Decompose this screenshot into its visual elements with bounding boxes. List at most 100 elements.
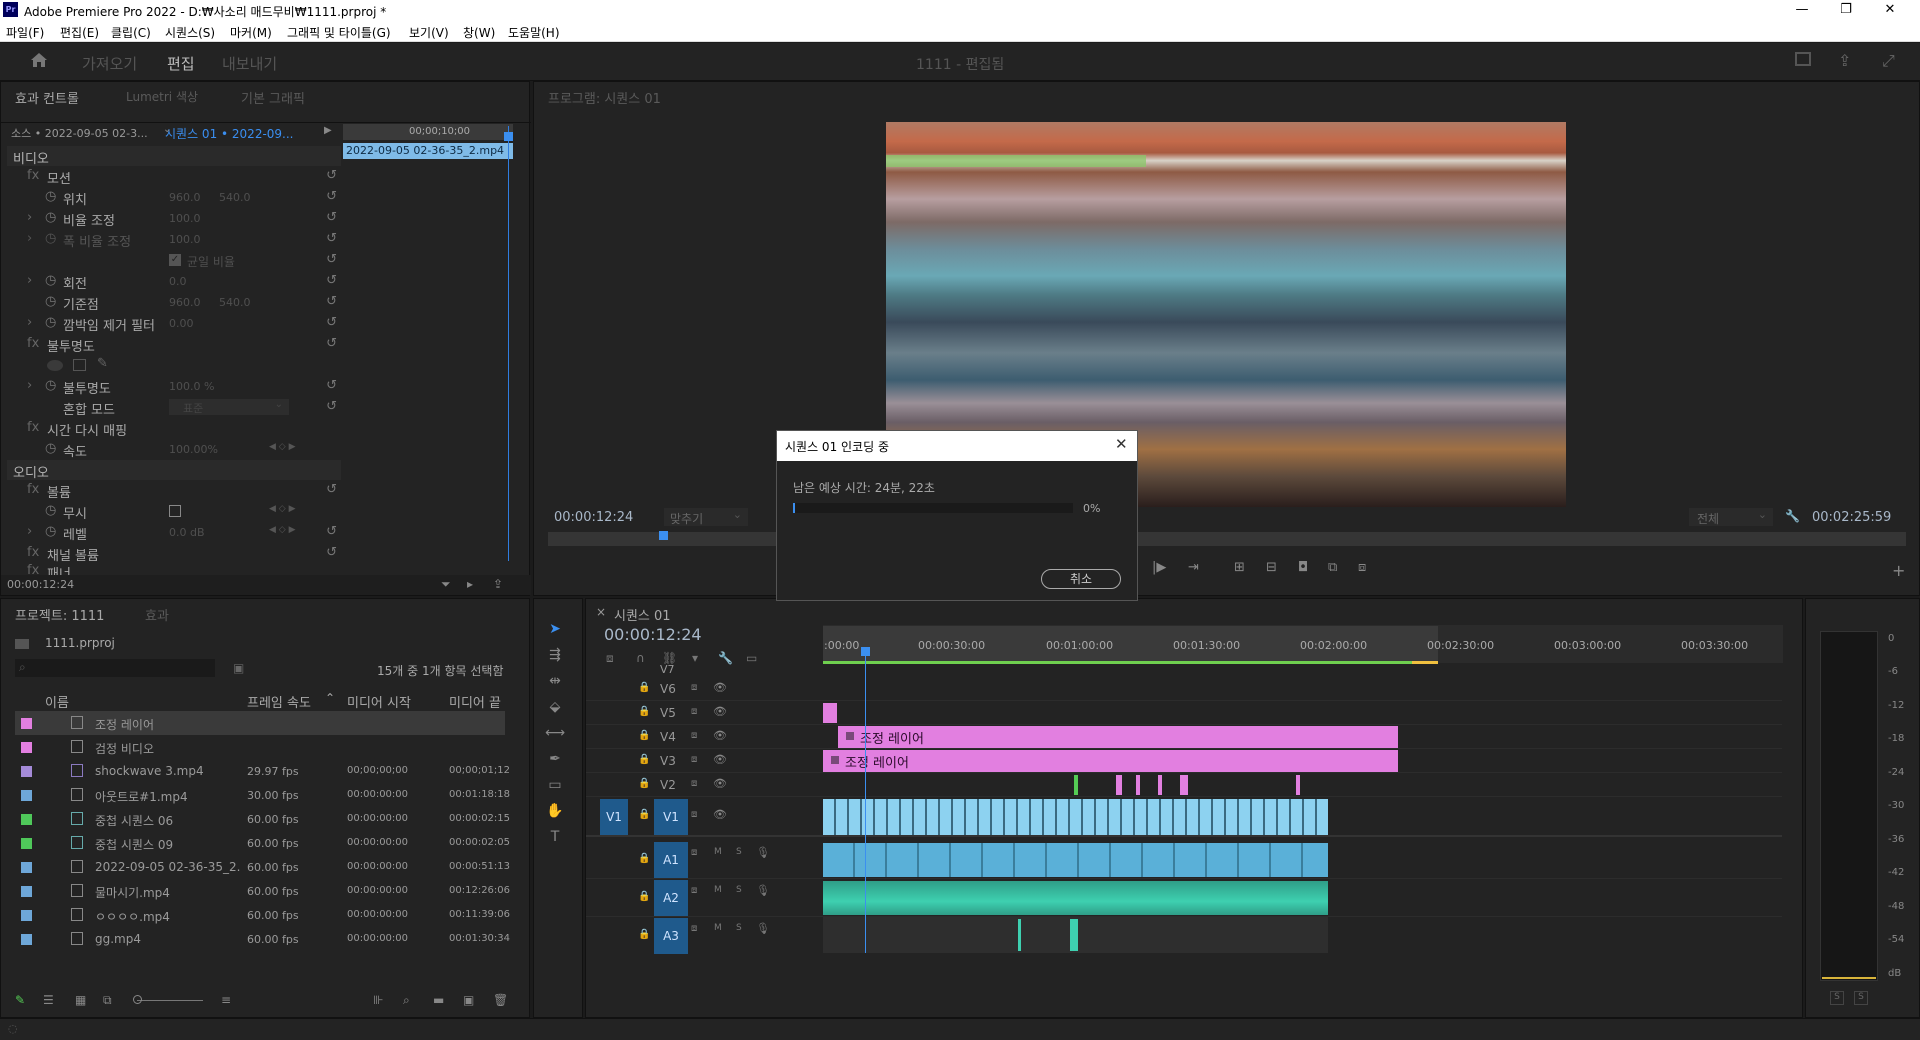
- timeline-playhead-line[interactable]: [865, 649, 866, 953]
- reset-icon[interactable]: ↺: [326, 189, 337, 204]
- rectangle-mask-icon[interactable]: [73, 359, 86, 371]
- sync-lock-icon[interactable]: ⧈: [691, 754, 697, 765]
- track-a2[interactable]: 🔒 A2 ⧈ M S 🎙: [586, 879, 1782, 917]
- rotation-value[interactable]: 0.0: [169, 275, 187, 288]
- label-color-swatch[interactable]: [21, 814, 32, 825]
- mute-button[interactable]: M: [714, 847, 722, 857]
- reset-icon[interactable]: ↺: [326, 315, 337, 330]
- extract-icon[interactable]: ⊟: [1266, 560, 1277, 575]
- channel-volume-effect[interactable]: fx 채널 볼륨 ↺: [7, 543, 337, 564]
- col-start[interactable]: 미디어 시작: [347, 692, 411, 711]
- project-item[interactable]: 아웃트로#1.mp4 30.00 fps 00:00:00:00 00:01:1…: [15, 783, 510, 807]
- keyframe-nav-icon[interactable]: ◀ ◇ ▶: [269, 442, 296, 452]
- reset-icon[interactable]: ↺: [326, 294, 337, 309]
- maximize-button[interactable]: ❐: [1824, 0, 1868, 20]
- panner-effect[interactable]: fx 패너: [7, 561, 337, 575]
- label-color-swatch[interactable]: [21, 886, 32, 897]
- camera-icon[interactable]: ◘: [1298, 560, 1308, 575]
- sync-lock-icon[interactable]: ⧈: [691, 885, 697, 896]
- play-only-audio-icon[interactable]: ▸: [467, 577, 473, 591]
- track-v2[interactable]: 🔒 V2 ⧈ 👁: [586, 773, 1782, 797]
- opacity-value[interactable]: 100.0 %: [169, 380, 214, 393]
- audio-clip[interactable]: [1018, 919, 1021, 951]
- eye-icon[interactable]: 👁: [713, 729, 727, 742]
- add-marker-icon[interactable]: ▾: [692, 651, 698, 665]
- lock-icon[interactable]: 🔒: [638, 778, 650, 789]
- time-remap-effect[interactable]: fx 시간 다시 매핑: [7, 418, 337, 439]
- automate-icon[interactable]: ⊪: [373, 993, 383, 1007]
- bypass-row[interactable]: ◷ 무시 ◀ ◇ ▶: [7, 501, 337, 522]
- sync-lock-icon[interactable]: ⧈: [691, 706, 697, 717]
- col-name[interactable]: 이름: [45, 692, 69, 711]
- menu-window[interactable]: 창(W): [463, 24, 495, 41]
- microphone-icon[interactable]: 🎙: [756, 922, 770, 935]
- label-color-swatch[interactable]: [21, 862, 32, 873]
- program-scrub-bar[interactable]: [548, 532, 1906, 546]
- track-v5[interactable]: 🔒 V5 ⧈ 👁: [586, 701, 1782, 725]
- tab-effect-controls[interactable]: 효과 컨트롤: [15, 88, 79, 107]
- filter-icon[interactable]: ⏷: [441, 577, 451, 592]
- solo-button[interactable]: S: [736, 847, 742, 857]
- program-monitor-title[interactable]: 프로그램: 시퀀스 01: [548, 88, 661, 107]
- motion-effect[interactable]: fx 모션 ↺: [7, 166, 337, 187]
- lock-icon[interactable]: 🔒: [638, 809, 650, 820]
- volume-effect[interactable]: fx 볼륨 ↺: [7, 480, 337, 501]
- icon-view-icon[interactable]: ▦: [75, 993, 86, 1007]
- zoom-slider-handle[interactable]: [133, 995, 142, 1004]
- nest-icon[interactable]: ⧈: [606, 651, 614, 666]
- go-to-out-icon[interactable]: ⇥: [1188, 560, 1199, 575]
- adjustment-clip[interactable]: [1296, 775, 1300, 795]
- bypass-checkbox[interactable]: [169, 505, 181, 517]
- lock-icon[interactable]: 🔒: [638, 682, 650, 693]
- stopwatch-icon[interactable]: ◷: [45, 378, 56, 393]
- razor-icon[interactable]: ⬙: [544, 699, 566, 721]
- menu-edit[interactable]: 편집(E): [60, 24, 99, 41]
- flicker-row[interactable]: › ◷ 깜박임 제거 필터 0.00 ↺: [7, 313, 337, 334]
- track-a3[interactable]: 🔒 A3 ⧈ M S 🎙: [586, 917, 1782, 955]
- fullscreen-icon[interactable]: ⤢: [1882, 51, 1895, 71]
- scale-row[interactable]: › ◷ 비율 조정 100.0 ↺: [7, 208, 337, 229]
- keyframe-nav-icon[interactable]: ◀ ◇ ▶: [269, 525, 296, 535]
- source-patch-v1[interactable]: V1: [600, 799, 628, 835]
- position-x[interactable]: 960.0: [169, 191, 201, 204]
- tab-edit[interactable]: 편집: [167, 53, 195, 83]
- track-a1[interactable]: 🔒 A1 ⧈ M S 🎙: [586, 841, 1782, 879]
- tab-lumetri[interactable]: Lumetri 색상: [126, 88, 198, 105]
- lock-icon[interactable]: 🔒: [638, 706, 650, 717]
- sort-chevron-icon[interactable]: ⌃: [325, 691, 335, 705]
- flicker-value[interactable]: 0.00: [169, 317, 194, 330]
- reset-icon[interactable]: ↺: [326, 524, 337, 539]
- type-tool-icon[interactable]: T: [544, 829, 566, 851]
- label-color-swatch[interactable]: [21, 742, 32, 753]
- lift-icon[interactable]: ⊞: [1234, 560, 1245, 575]
- playhead-line[interactable]: [508, 126, 509, 561]
- home-icon[interactable]: [30, 52, 48, 68]
- uniform-scale-row[interactable]: ✓ 균일 비율 ↺: [7, 250, 337, 270]
- track-v4[interactable]: 🔒 V4 ⧈ 👁 조정 레이어: [586, 725, 1782, 749]
- reset-icon[interactable]: ↺: [326, 545, 337, 560]
- ec-timecode[interactable]: 00:00:12:24: [7, 578, 74, 591]
- hand-tool-icon[interactable]: ✋: [544, 803, 566, 825]
- label-color-swatch[interactable]: [21, 790, 32, 801]
- microphone-icon[interactable]: 🎙: [756, 846, 770, 859]
- solo-button[interactable]: S: [736, 923, 742, 933]
- share-icon[interactable]: ⇪: [1838, 51, 1851, 70]
- speed-row[interactable]: ◷ 속도 100.00% ◀ ◇ ▶: [7, 439, 337, 460]
- scale-value[interactable]: 100.0: [169, 212, 201, 225]
- sync-lock-icon[interactable]: ⧈: [691, 730, 697, 741]
- col-fps[interactable]: 프레임 속도: [247, 692, 311, 711]
- timeline-title[interactable]: 시퀀스 01: [614, 605, 671, 624]
- new-bin-icon[interactable]: ▬: [433, 993, 444, 1007]
- blend-mode-select[interactable]: 표준 ⌄: [169, 399, 289, 415]
- adjustment-clip[interactable]: [823, 703, 837, 723]
- rotation-row[interactable]: › ◷ 회전 0.0 ↺: [7, 271, 337, 292]
- lock-icon[interactable]: 🔒: [638, 853, 650, 864]
- fit-dropdown[interactable]: 맞추기 ⌄: [664, 508, 748, 526]
- lock-icon[interactable]: 🔒: [638, 929, 650, 940]
- zoom-slider[interactable]: [137, 1000, 203, 1001]
- timeline-settings-icon[interactable]: 🔧: [718, 651, 733, 665]
- adjustment-clip[interactable]: [1116, 775, 1122, 795]
- ripple-edit-icon[interactable]: ⇹: [544, 673, 566, 695]
- audio-clip-strip[interactable]: [823, 843, 1328, 877]
- opacity-row[interactable]: › ◷ 불투명도 100.0 % ↺: [7, 376, 337, 397]
